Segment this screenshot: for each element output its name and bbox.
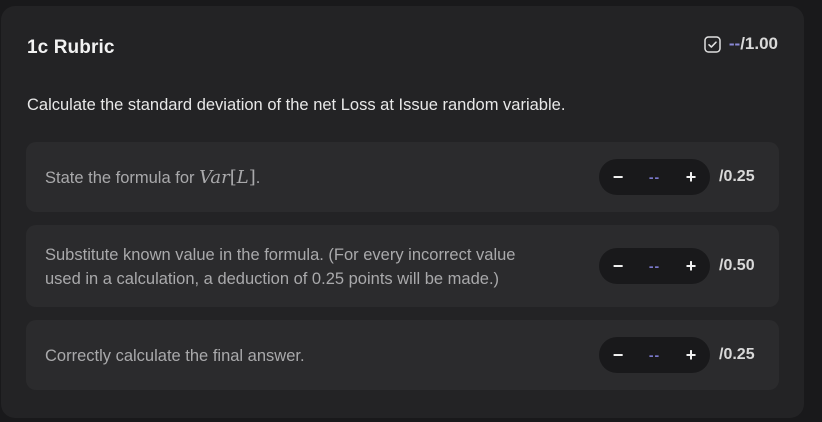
max-points: /0.25	[719, 168, 755, 185]
score-stepper: − -- +	[599, 248, 710, 284]
score-stepper: − -- +	[599, 337, 710, 373]
criterion-row: Substitute known value in the formula. (…	[26, 225, 779, 307]
criterion-text: Correctly calculate the final answer.	[45, 347, 305, 365]
score-stepper: − -- +	[599, 159, 710, 195]
criterion-row: Correctly calculate the final answer. − …	[26, 320, 779, 390]
increment-button[interactable]: +	[684, 256, 698, 276]
formula-var-l: Var[L]	[199, 167, 256, 188]
checkbox-icon	[704, 35, 721, 53]
score-value[interactable]: --	[649, 347, 660, 363]
decrement-button[interactable]: −	[611, 256, 625, 276]
score-value[interactable]: --	[649, 169, 660, 185]
rubric-card: 1c Rubric --/1.00 Calculate the standard…	[1, 6, 804, 418]
criterion-row: State the formula for Var[L]. − -- + /0.…	[26, 142, 779, 212]
increment-button[interactable]: +	[684, 345, 698, 365]
score-value[interactable]: --	[649, 258, 660, 274]
increment-button[interactable]: +	[684, 167, 698, 187]
rubric-title: 1c Rubric	[27, 37, 115, 58]
max-points: /0.25	[719, 346, 755, 363]
decrement-button[interactable]: −	[611, 167, 625, 187]
max-points: /0.50	[719, 257, 755, 274]
total-score: --/1.00	[704, 33, 778, 55]
total-score-value: --	[728, 34, 741, 53]
question-text: Calculate the standard deviation of the …	[27, 96, 566, 114]
total-score-max: /1.00	[740, 34, 778, 53]
criterion-text: Substitute known value in the formula. (…	[45, 246, 516, 288]
decrement-button[interactable]: −	[611, 345, 625, 365]
criterion-text: State the formula for Var[L].	[45, 167, 261, 188]
